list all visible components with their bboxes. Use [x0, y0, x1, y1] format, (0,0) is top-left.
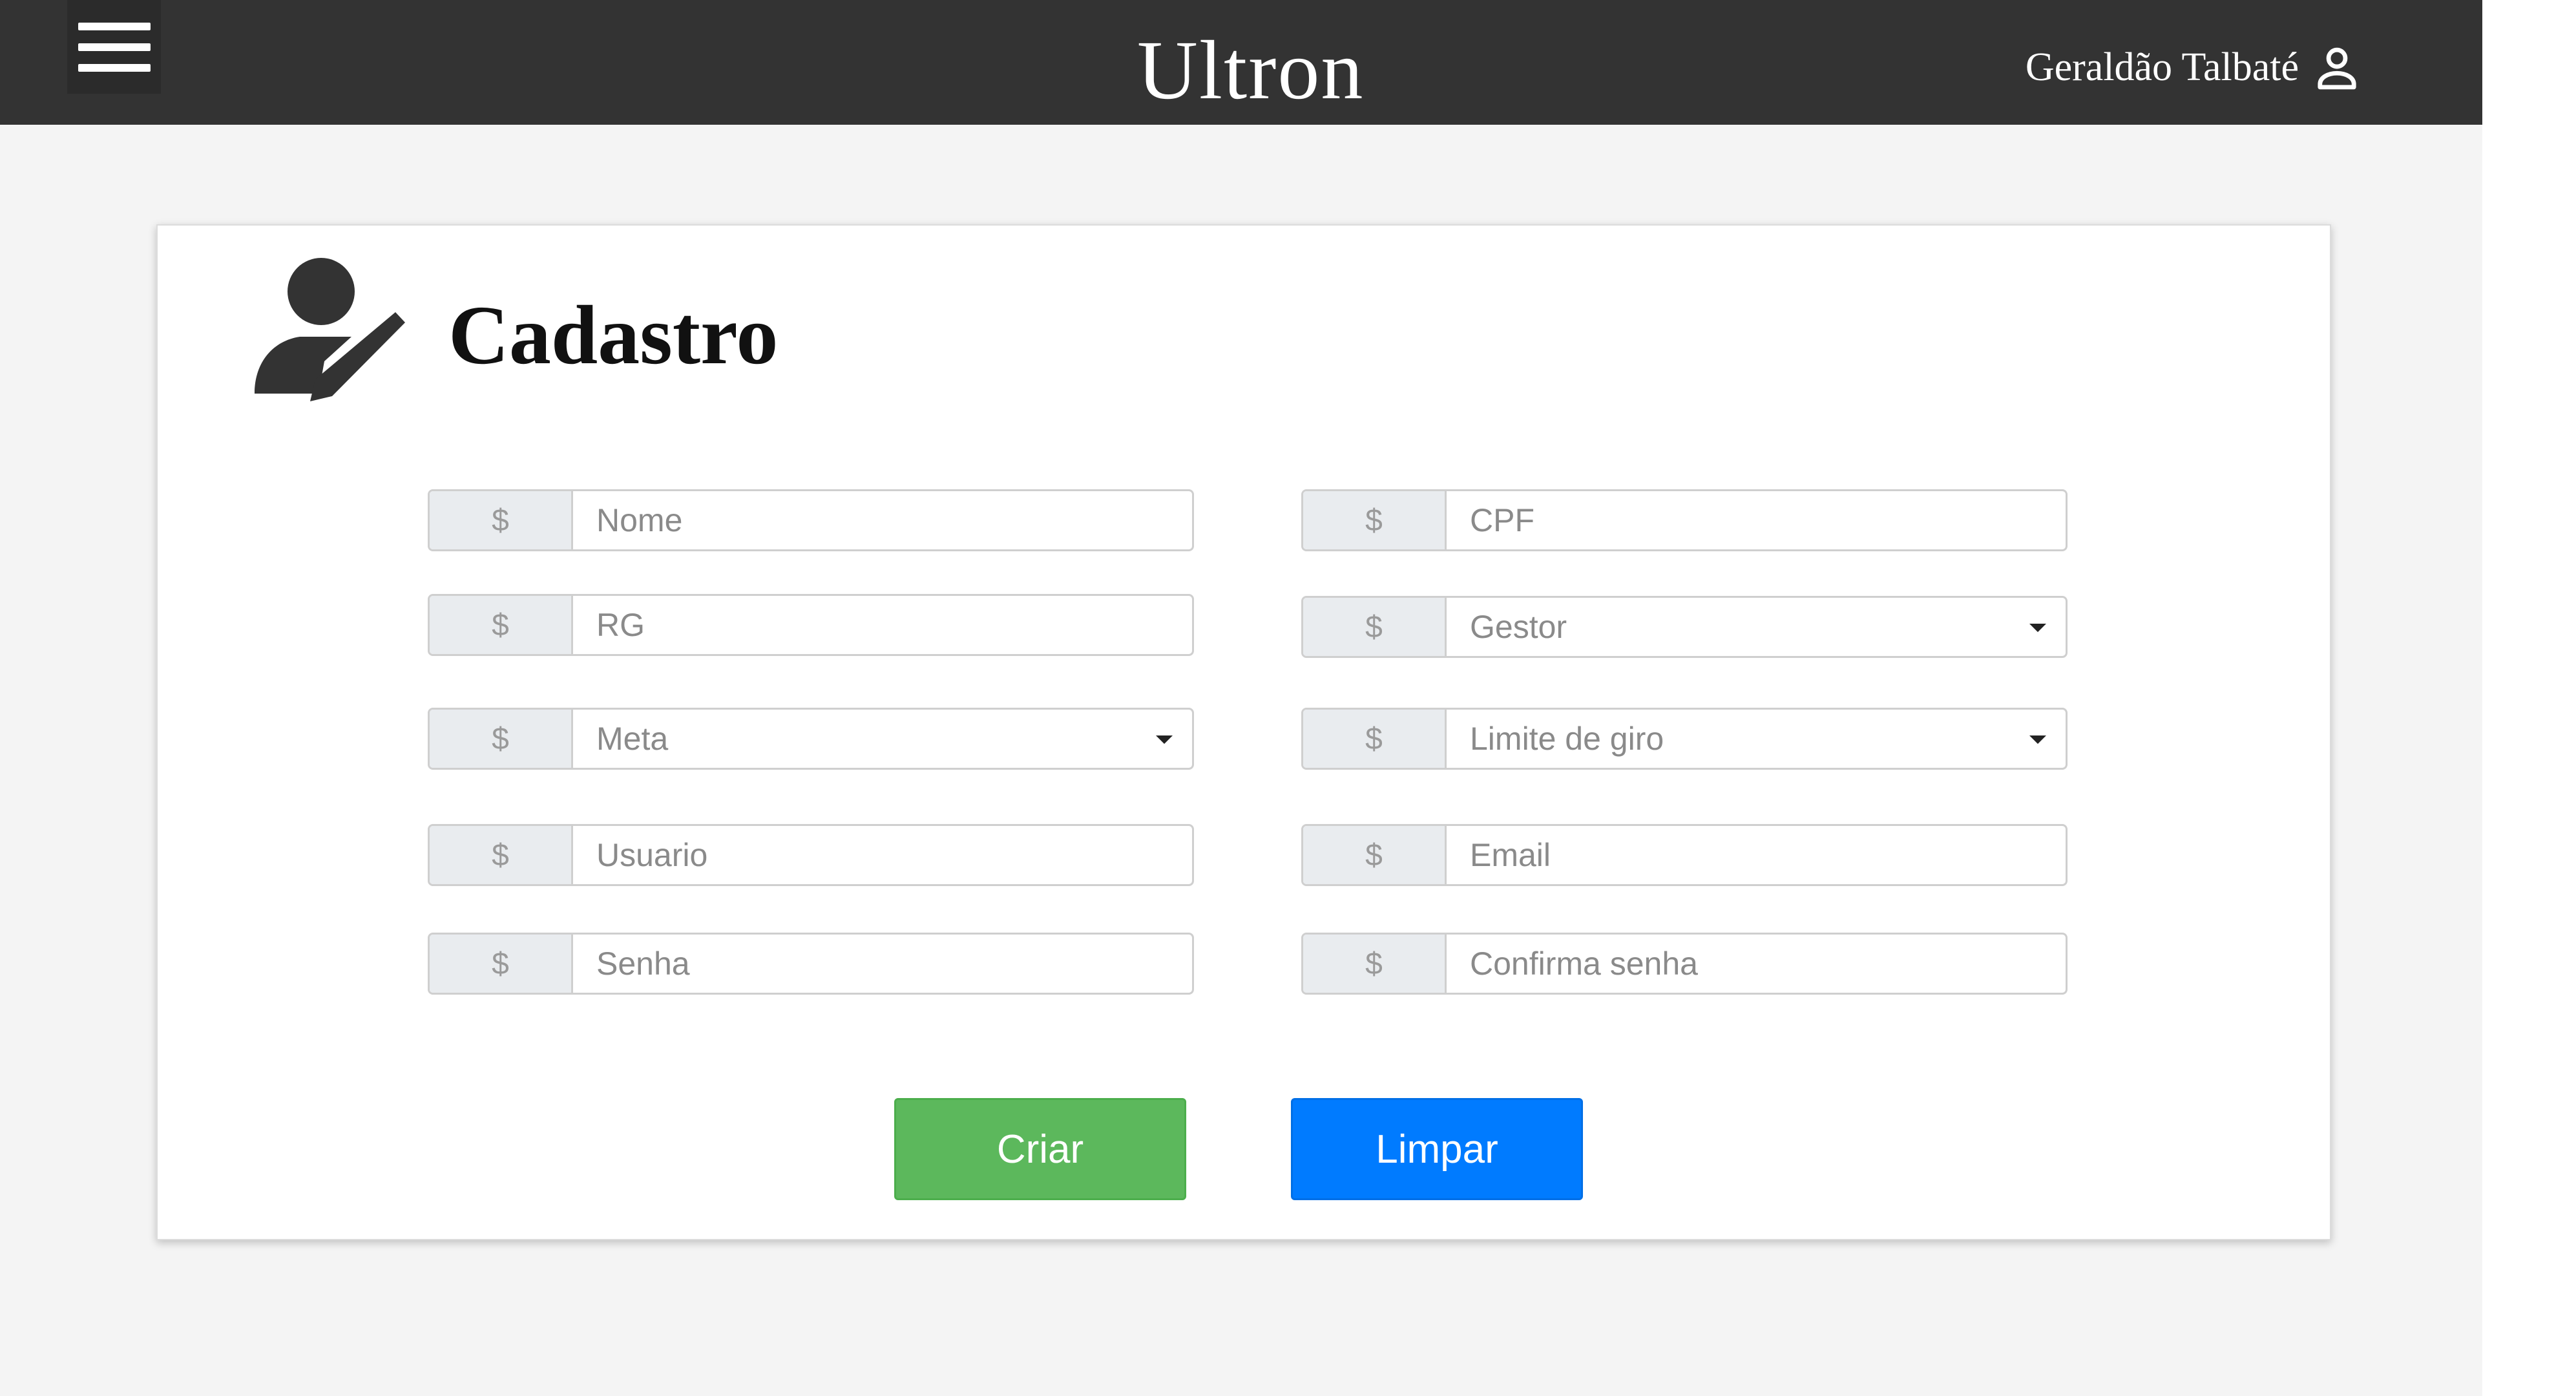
caret-down-icon: [2029, 624, 2046, 632]
hamburger-menu-icon: [78, 22, 151, 30]
registration-form: $ $ $ $ Gestor $ Meta $: [158, 226, 2330, 1239]
email-input[interactable]: [1447, 826, 2066, 884]
meta-field: $ Meta: [428, 708, 1194, 770]
caret-down-icon: [2029, 735, 2046, 744]
user-name: Geraldão Talbaté: [2025, 45, 2299, 89]
gestor-select[interactable]: Gestor: [1447, 598, 2066, 656]
currency-addon: $: [430, 596, 573, 654]
currency-addon: $: [430, 935, 573, 993]
email-field: $: [1301, 824, 2068, 886]
rg-field: $: [428, 594, 1194, 656]
gestor-field: $ Gestor: [1301, 596, 2068, 658]
currency-addon: $: [430, 826, 573, 884]
currency-addon: $: [430, 491, 573, 549]
hamburger-menu-button[interactable]: [67, 0, 161, 94]
senha-input[interactable]: [573, 935, 1192, 993]
nome-field: $: [428, 489, 1194, 551]
currency-addon: $: [1303, 598, 1447, 656]
cpf-input[interactable]: [1447, 491, 2066, 549]
gestor-select-value: Gestor: [1470, 609, 1567, 645]
limite-de-giro-select-value: Limite de giro: [1470, 721, 1664, 757]
limite-de-giro-field: $ Limite de giro: [1301, 708, 2068, 770]
usuario-input[interactable]: [573, 826, 1192, 884]
meta-select-value: Meta: [596, 721, 669, 757]
registration-card: Cadastro $ $ $ $ Gestor $ Meta: [156, 224, 2331, 1240]
currency-addon: $: [1303, 491, 1447, 549]
caret-down-icon: [1156, 735, 1173, 744]
right-blank-area: [2482, 0, 2576, 1396]
limpar-button[interactable]: Limpar: [1291, 1098, 1583, 1200]
cpf-field: $: [1301, 489, 2068, 551]
app-title: Ultron: [1137, 24, 1365, 117]
top-navbar: Ultron Geraldão Talbaté: [0, 0, 2482, 125]
currency-addon: $: [1303, 935, 1447, 993]
nome-input[interactable]: [573, 491, 1192, 549]
meta-select[interactable]: Meta: [573, 710, 1192, 768]
usuario-field: $: [428, 824, 1194, 886]
senha-field: $: [428, 933, 1194, 995]
criar-button[interactable]: Criar: [894, 1098, 1186, 1200]
currency-addon: $: [1303, 826, 1447, 884]
user-outline-icon: [2318, 47, 2356, 90]
confirma-senha-input[interactable]: [1447, 935, 2066, 993]
confirma-senha-field: $: [1301, 933, 2068, 995]
limite-de-giro-select[interactable]: Limite de giro: [1447, 710, 2066, 768]
currency-addon: $: [1303, 710, 1447, 768]
currency-addon: $: [430, 710, 573, 768]
user-menu[interactable]: Geraldão Talbaté: [2026, 41, 2361, 93]
rg-input[interactable]: [573, 596, 1192, 654]
